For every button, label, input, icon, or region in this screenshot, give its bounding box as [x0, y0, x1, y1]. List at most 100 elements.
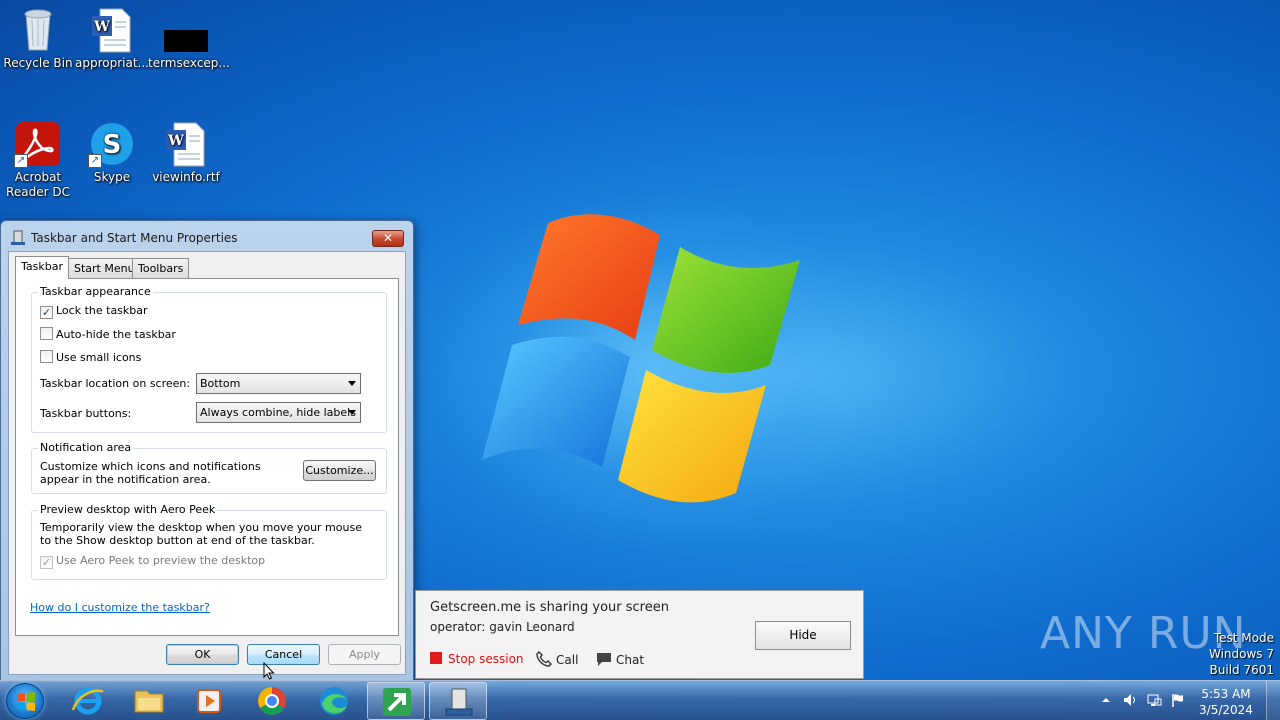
taskbar-properties-window[interactable]	[429, 682, 487, 720]
taskbar-media-player[interactable]	[181, 682, 239, 720]
taskbar-getscreen[interactable]	[367, 682, 425, 720]
desktop-icon-recycle-bin[interactable]: Recycle Bin	[0, 6, 76, 71]
build-label: Build 7601	[1209, 663, 1274, 677]
taskbar-internet-explorer[interactable]	[59, 682, 117, 720]
stop-session-button[interactable]: Stop session	[430, 651, 524, 667]
desktop-icon-label: Acrobat Reader DC	[6, 170, 70, 199]
start-button[interactable]	[6, 683, 44, 719]
desktop-icon-label: termsexcep...	[148, 56, 230, 70]
system-tray	[1098, 681, 1194, 720]
chevron-down-icon	[348, 381, 356, 386]
word-document-icon: W	[88, 6, 136, 54]
show-hidden-icons-icon[interactable]	[1101, 695, 1111, 705]
tab-taskbar[interactable]: Taskbar	[15, 256, 69, 279]
phone-icon	[536, 651, 552, 667]
buttons-dropdown[interactable]: Always combine, hide labels	[196, 402, 361, 423]
dropdown-value: Bottom	[200, 377, 241, 390]
getscreen-sharing-panel: Getscreen.me is sharing your screen oper…	[415, 590, 864, 679]
cancel-button[interactable]: Cancel	[247, 644, 320, 665]
desktop-icon-acrobat[interactable]: ↗ Acrobat Reader DC	[0, 120, 76, 200]
close-button[interactable]: ✕	[372, 230, 404, 247]
notification-description: Customize which icons and notifications …	[40, 460, 261, 486]
dialog-titlebar[interactable]: Taskbar and Start Menu Properties ✕	[1, 221, 413, 251]
dialog-title: Taskbar and Start Menu Properties	[31, 231, 238, 245]
desktop-icon-label: Recycle Bin	[3, 56, 73, 70]
black-file-icon	[162, 6, 210, 54]
checkbox-label: Use small icons	[56, 351, 142, 364]
taskbar-file-explorer[interactable]	[120, 682, 178, 720]
media-player-icon	[197, 689, 221, 713]
action-center-flag-icon[interactable]	[1170, 692, 1186, 708]
taskbar-chrome[interactable]	[242, 682, 300, 720]
clock-time: 5:53 AM	[1201, 687, 1251, 701]
chrome-icon	[258, 687, 286, 715]
desktop-icon-label: Skype	[93, 170, 131, 184]
call-button[interactable]: Call	[536, 651, 578, 667]
desktop-icon-appropriat[interactable]: W appropriat...	[74, 6, 150, 71]
shortcut-arrow-icon: ↗	[14, 154, 28, 168]
chat-button[interactable]: Chat	[596, 651, 644, 667]
hide-button[interactable]: Hide	[755, 621, 851, 650]
desktop-icon-termsexcep[interactable]: termsexcep...	[148, 6, 230, 71]
test-mode-label: Test Mode	[1213, 631, 1274, 645]
svg-text:S: S	[103, 130, 122, 160]
taskbar-edge[interactable]	[305, 682, 363, 720]
chevron-down-icon	[348, 410, 356, 415]
desktop-icon-skype[interactable]: S ↗ Skype	[74, 120, 150, 185]
taskbar-appearance-group: Taskbar appearance ✓ Lock the taskbar Aut…	[31, 285, 387, 433]
windows-logo	[482, 214, 800, 503]
chat-icon	[597, 653, 611, 666]
checkbox-label: Use Aero Peek to preview the desktop	[56, 554, 266, 567]
checkbox-unchecked-icon[interactable]	[40, 350, 53, 363]
ok-button[interactable]: OK	[166, 644, 239, 665]
checkbox-checked-icon[interactable]: ✓	[40, 306, 53, 319]
network-icon[interactable]	[1146, 692, 1162, 708]
desktop-icon-viewinfo[interactable]: W viewinfo.rtf	[148, 120, 224, 185]
tab-start-menu[interactable]: Start Menu	[68, 258, 141, 278]
group-title: Preview desktop with Aero Peek	[38, 503, 218, 516]
checkbox-label: Lock the taskbar	[56, 304, 148, 317]
checkbox-unchecked-icon[interactable]	[40, 327, 53, 340]
aero-peek-checkbox: ✓ Use Aero Peek to preview the desktop	[40, 554, 265, 570]
help-link[interactable]: How do I customize the taskbar?	[30, 601, 210, 614]
svg-text:W: W	[167, 133, 184, 149]
sharing-title: Getscreen.me is sharing your screen	[430, 600, 669, 615]
taskbar-properties-icon	[445, 688, 473, 716]
taskbar-tab-panel: Taskbar appearance ✓ Lock the taskbar Aut…	[15, 278, 399, 636]
aero-peek-group: Preview desktop with Aero Peek Temporari…	[31, 503, 387, 580]
acrobat-icon: ↗	[14, 120, 62, 168]
location-label: Taskbar location on screen:	[40, 377, 191, 390]
stop-icon	[430, 652, 442, 664]
customize-button[interactable]: Customize...	[303, 460, 376, 481]
show-desktop-button[interactable]	[1266, 681, 1280, 720]
taskbar-properties-dialog: Taskbar and Start Menu Properties ✕ Task…	[0, 220, 414, 682]
shortcut-arrow-icon: ↗	[88, 154, 102, 168]
volume-icon[interactable]	[1122, 692, 1138, 708]
call-label: Call	[556, 653, 579, 667]
checkbox-checked-icon: ✓	[40, 556, 53, 569]
desktop-icon-label: appropriat...	[75, 56, 149, 70]
autohide-taskbar-checkbox[interactable]: Auto-hide the taskbar	[40, 327, 176, 343]
group-title: Taskbar appearance	[38, 285, 153, 298]
taskbar-clock[interactable]: 5:53 AM 3/5/2024	[1194, 686, 1258, 718]
tab-toolbars[interactable]: Toolbars	[132, 258, 190, 278]
location-dropdown[interactable]: Bottom	[196, 373, 361, 394]
test-mode-info: Test Mode Windows 7 Build 7601	[1209, 630, 1274, 678]
checkbox-label: Auto-hide the taskbar	[56, 328, 176, 341]
recycle-bin-icon	[14, 6, 62, 54]
svg-text:W: W	[93, 19, 110, 35]
dropdown-value: Always combine, hide labels	[200, 406, 356, 419]
dialog-body: Taskbar Start Menu Toolbars Taskbar appe…	[8, 251, 406, 675]
apply-button[interactable]: Apply	[328, 644, 401, 665]
edge-icon	[320, 687, 348, 715]
lock-taskbar-checkbox[interactable]: ✓ Lock the taskbar	[40, 304, 148, 320]
aero-peek-description: Temporarily view the desktop when you mo…	[40, 521, 362, 547]
os-label: Windows 7	[1208, 647, 1274, 661]
stop-label: Stop session	[448, 652, 524, 666]
taskbar: 5:53 AM 3/5/2024	[0, 680, 1280, 720]
buttons-label: Taskbar buttons:	[40, 407, 132, 420]
group-title: Notification area	[38, 441, 134, 454]
small-icons-checkbox[interactable]: Use small icons	[40, 350, 141, 366]
word-document-icon: W	[162, 120, 210, 168]
taskbar-properties-icon	[10, 230, 26, 246]
